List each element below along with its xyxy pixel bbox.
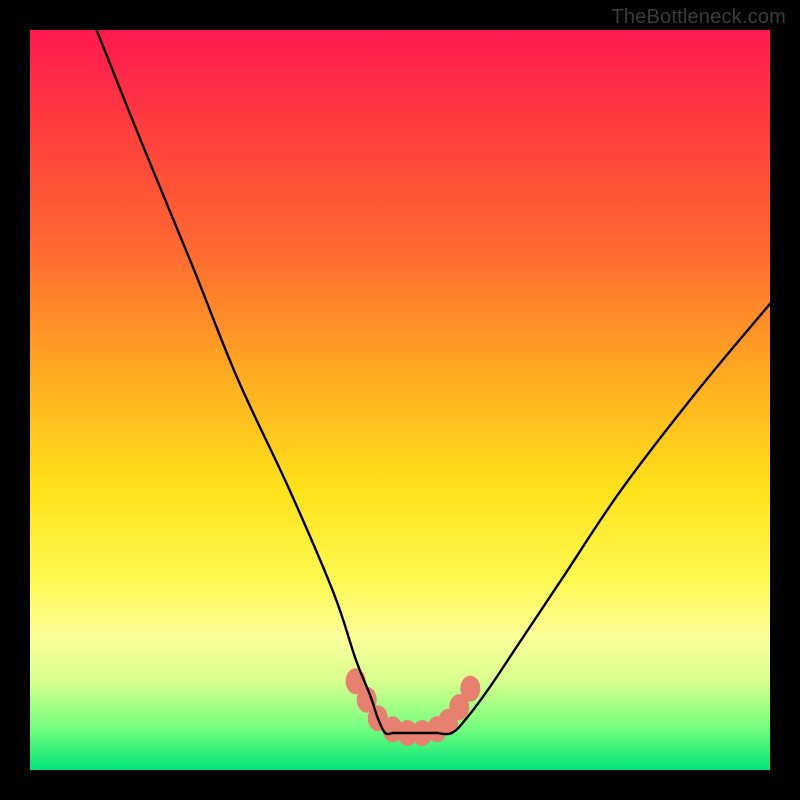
marker-blob [346,668,366,694]
chart-frame: TheBottleneck.com [0,0,800,800]
curve-layer [30,30,770,770]
marker-group [346,668,481,746]
attribution-text: TheBottleneck.com [611,6,786,29]
plot-area [30,30,770,770]
marker-blob [460,676,480,702]
marker-blob [383,716,403,742]
marker-blob [438,709,458,735]
curve-left [97,30,393,734]
marker-blob [397,720,417,746]
curve-right [437,304,770,734]
marker-blob [368,705,388,731]
marker-blob [449,694,469,720]
marker-blob [412,720,432,746]
marker-blob [427,716,447,742]
marker-blob [357,687,377,713]
